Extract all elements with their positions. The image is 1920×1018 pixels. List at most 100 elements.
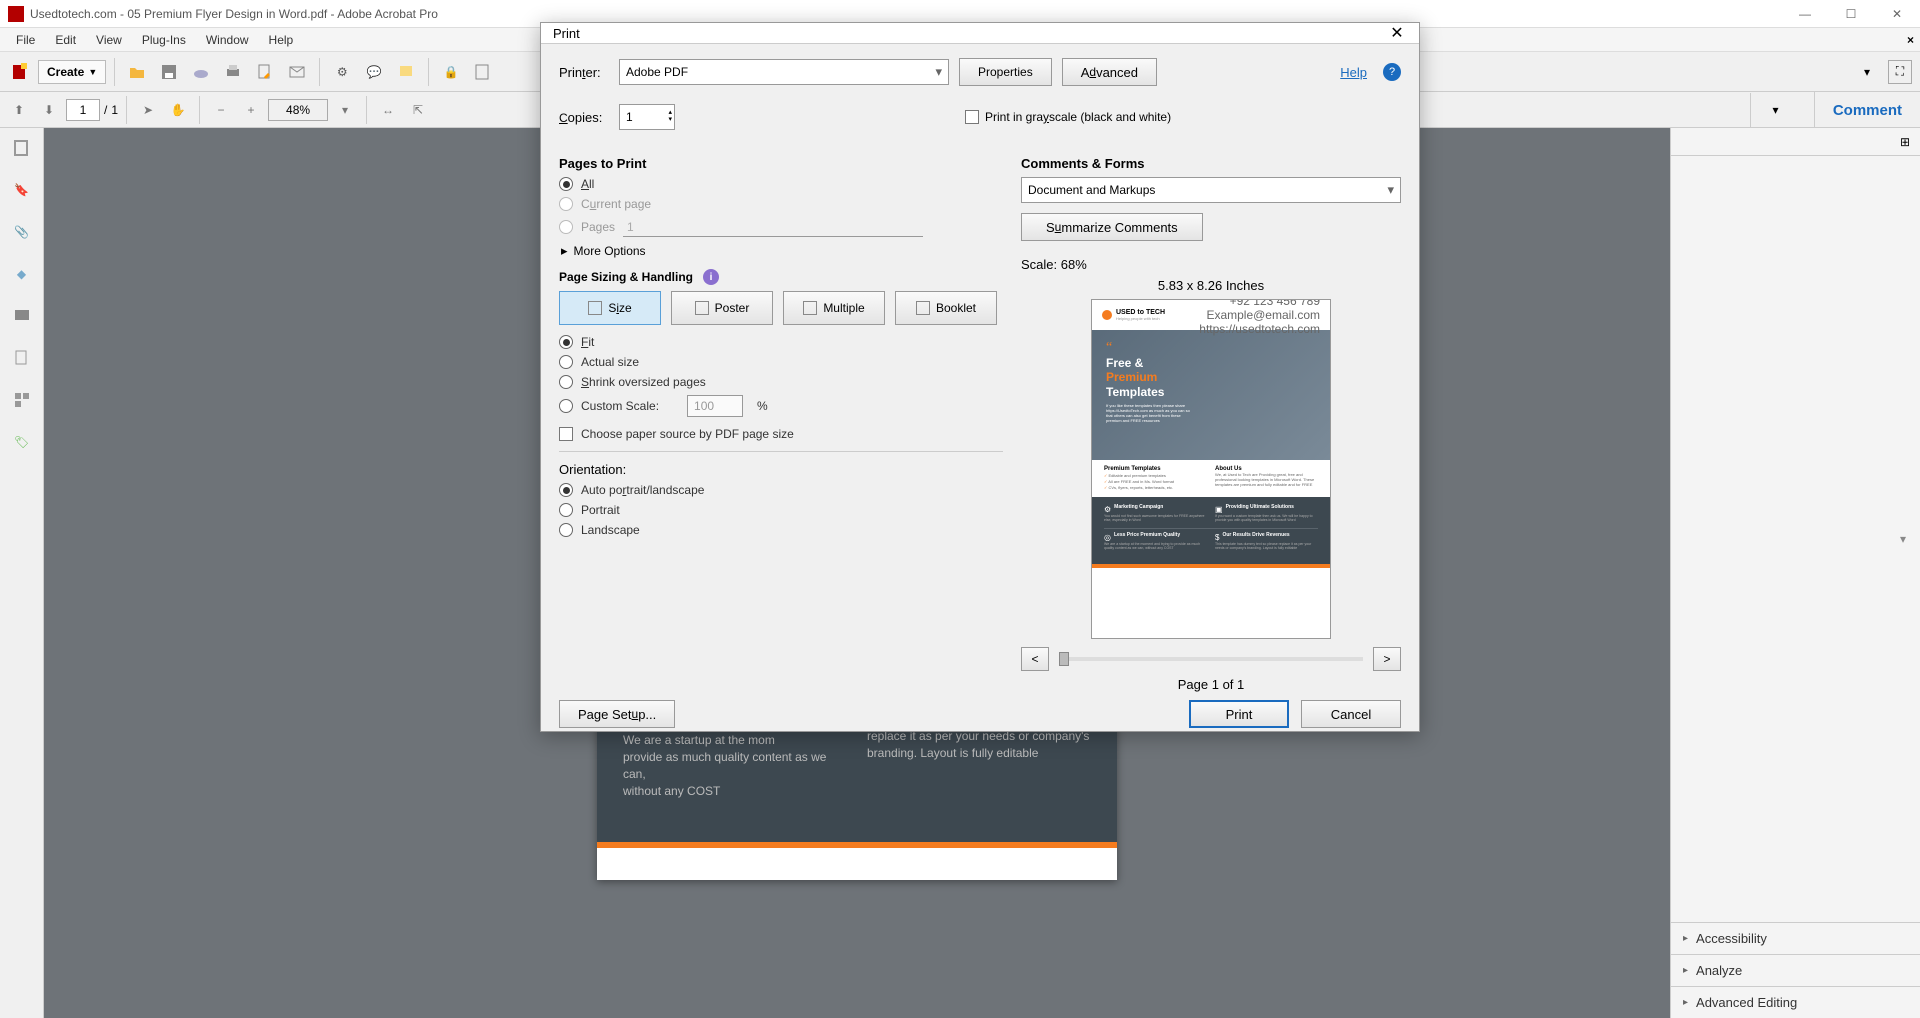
info-icon[interactable]: i — [703, 269, 719, 285]
page-total: 1 — [111, 103, 118, 117]
sign-icon[interactable] — [469, 58, 497, 86]
cancel-button[interactable]: Cancel — [1301, 700, 1401, 728]
help-link[interactable]: Help — [1340, 65, 1367, 80]
copies-label: Copies: — [559, 110, 609, 125]
more-options-toggle[interactable]: ▸ More Options — [561, 243, 1003, 259]
tags-icon[interactable]: 🏷 — [10, 430, 34, 454]
advanced-button[interactable]: Advanced — [1062, 58, 1157, 86]
pages-icon[interactable] — [10, 346, 34, 370]
grayscale-checkbox[interactable] — [965, 110, 979, 124]
print-icon[interactable] — [219, 58, 247, 86]
properties-button[interactable]: Properties — [959, 58, 1052, 86]
current-page-radio[interactable] — [559, 197, 573, 211]
document-close-icon[interactable]: × — [1907, 33, 1914, 47]
panel-advanced-editing[interactable]: Advanced Editing — [1671, 986, 1920, 1018]
comment-icon[interactable]: 💬 — [360, 58, 388, 86]
zoom-dropdown-icon[interactable]: ▾ — [332, 97, 358, 123]
booklet-tab[interactable]: Booklet — [895, 291, 997, 325]
all-radio[interactable] — [559, 177, 573, 191]
menu-window[interactable]: Window — [196, 30, 259, 50]
zoom-in-icon[interactable]: + — [238, 97, 264, 123]
comments-forms-combo[interactable]: Document and Markups — [1021, 177, 1401, 203]
cloud-icon[interactable] — [187, 58, 215, 86]
thumbnails-icon[interactable] — [10, 136, 34, 160]
order-icon[interactable] — [10, 388, 34, 412]
highlight-icon[interactable] — [392, 58, 420, 86]
window-title: Usedtotech.com - 05 Premium Flyer Design… — [30, 7, 1912, 21]
minimize-button[interactable]: — — [1782, 0, 1828, 28]
gear-icon[interactable]: ⚙ — [328, 58, 356, 86]
help-icon[interactable]: ? — [1383, 63, 1401, 81]
menu-plugins[interactable]: Plug-Ins — [132, 30, 196, 50]
fit-radio[interactable] — [559, 335, 573, 349]
open-icon[interactable] — [123, 58, 151, 86]
panel-analyze[interactable]: Analyze — [1671, 954, 1920, 986]
poster-tab[interactable]: Poster — [671, 291, 773, 325]
email-icon[interactable] — [283, 58, 311, 86]
landscape-label: Landscape — [581, 523, 640, 537]
paper-dimensions: 5.83 x 8.26 Inches — [1021, 278, 1401, 293]
attachments-icon[interactable]: 📎 — [10, 220, 34, 244]
pv-logo-icon — [1102, 310, 1112, 320]
layers-icon[interactable]: ◆ — [10, 262, 34, 286]
choose-paper-checkbox[interactable] — [559, 427, 573, 441]
preview-prev-button[interactable]: < — [1021, 647, 1049, 671]
save-icon[interactable] — [155, 58, 183, 86]
size-tab[interactable]: Size — [559, 291, 661, 325]
summarize-comments-button[interactable]: Summarize Comments — [1021, 213, 1203, 241]
custom-scale-input[interactable]: 100 — [687, 395, 743, 417]
fit-width-icon[interactable]: ↔ — [375, 97, 401, 123]
actual-label: Actual size — [581, 355, 639, 369]
panel-accessibility[interactable]: Accessibility — [1671, 922, 1920, 954]
panel-chevron-icon[interactable]: ▾ — [1900, 532, 1906, 546]
fit-page-icon[interactable]: ⇱ — [405, 97, 431, 123]
close-button[interactable]: ✕ — [1874, 0, 1920, 28]
printer-combo[interactable]: Adobe PDF — [619, 59, 949, 85]
zoom-out-icon[interactable]: − — [208, 97, 234, 123]
landscape-radio[interactable] — [559, 523, 573, 537]
app-icon — [8, 6, 24, 22]
select-tool-icon[interactable]: ➤ — [135, 97, 161, 123]
tools-dropdown-icon[interactable]: ▾ — [1750, 93, 1800, 127]
page-number-input[interactable] — [66, 99, 100, 121]
portrait-radio[interactable] — [559, 503, 573, 517]
panel-expand-icon[interactable]: ⊞ — [1900, 135, 1914, 149]
auto-label: Auto portrait/landscape — [581, 483, 704, 497]
pages-to-print-title: Pages to Print — [559, 156, 1003, 171]
edit-icon[interactable] — [251, 58, 279, 86]
multiple-tab[interactable]: Multiple — [783, 291, 885, 325]
bookmarks-icon[interactable]: 🔖 — [10, 178, 34, 202]
custom-scale-radio[interactable] — [559, 399, 573, 413]
lock-icon[interactable]: 🔒 — [437, 58, 465, 86]
zoom-combo[interactable]: 48% — [268, 99, 328, 121]
page-down-icon[interactable]: ⬇ — [36, 97, 62, 123]
pages-range-input[interactable] — [623, 217, 923, 237]
shrink-radio[interactable] — [559, 375, 573, 389]
auto-radio[interactable] — [559, 483, 573, 497]
hand-tool-icon[interactable]: ✋ — [165, 97, 191, 123]
fit-label: Fit — [581, 335, 594, 349]
fullscreen-icon[interactable]: ⛶ — [1888, 60, 1912, 84]
menu-help[interactable]: Help — [259, 30, 304, 50]
print-button[interactable]: Print — [1189, 700, 1289, 728]
preview-page-info: Page 1 of 1 — [1021, 677, 1401, 692]
menu-edit[interactable]: Edit — [45, 30, 86, 50]
page-up-icon[interactable]: ⬆ — [6, 97, 32, 123]
current-page-label: Current page — [581, 197, 651, 211]
dialog-close-icon[interactable]: ✕ — [1387, 23, 1407, 43]
maximize-button[interactable]: ☐ — [1828, 0, 1874, 28]
copies-spinner[interactable]: 1 — [619, 104, 675, 130]
page-setup-button[interactable]: Page Setup... — [559, 700, 675, 728]
comment-tab[interactable]: Comment — [1814, 92, 1920, 128]
actual-radio[interactable] — [559, 355, 573, 369]
pages-radio[interactable] — [559, 220, 573, 234]
create-button[interactable]: Create ▼ — [38, 60, 106, 84]
preview-next-button[interactable]: > — [1373, 647, 1401, 671]
print-dialog: Print ✕ Printer: Adobe PDF Properties Ad… — [540, 22, 1420, 732]
preview-slider[interactable] — [1059, 657, 1363, 661]
signatures-icon[interactable] — [10, 304, 34, 328]
create-pdf-icon[interactable] — [6, 58, 34, 86]
menu-file[interactable]: File — [6, 30, 45, 50]
menu-view[interactable]: View — [86, 30, 132, 50]
toolbar-customize-icon[interactable]: ▾ — [1858, 60, 1876, 84]
